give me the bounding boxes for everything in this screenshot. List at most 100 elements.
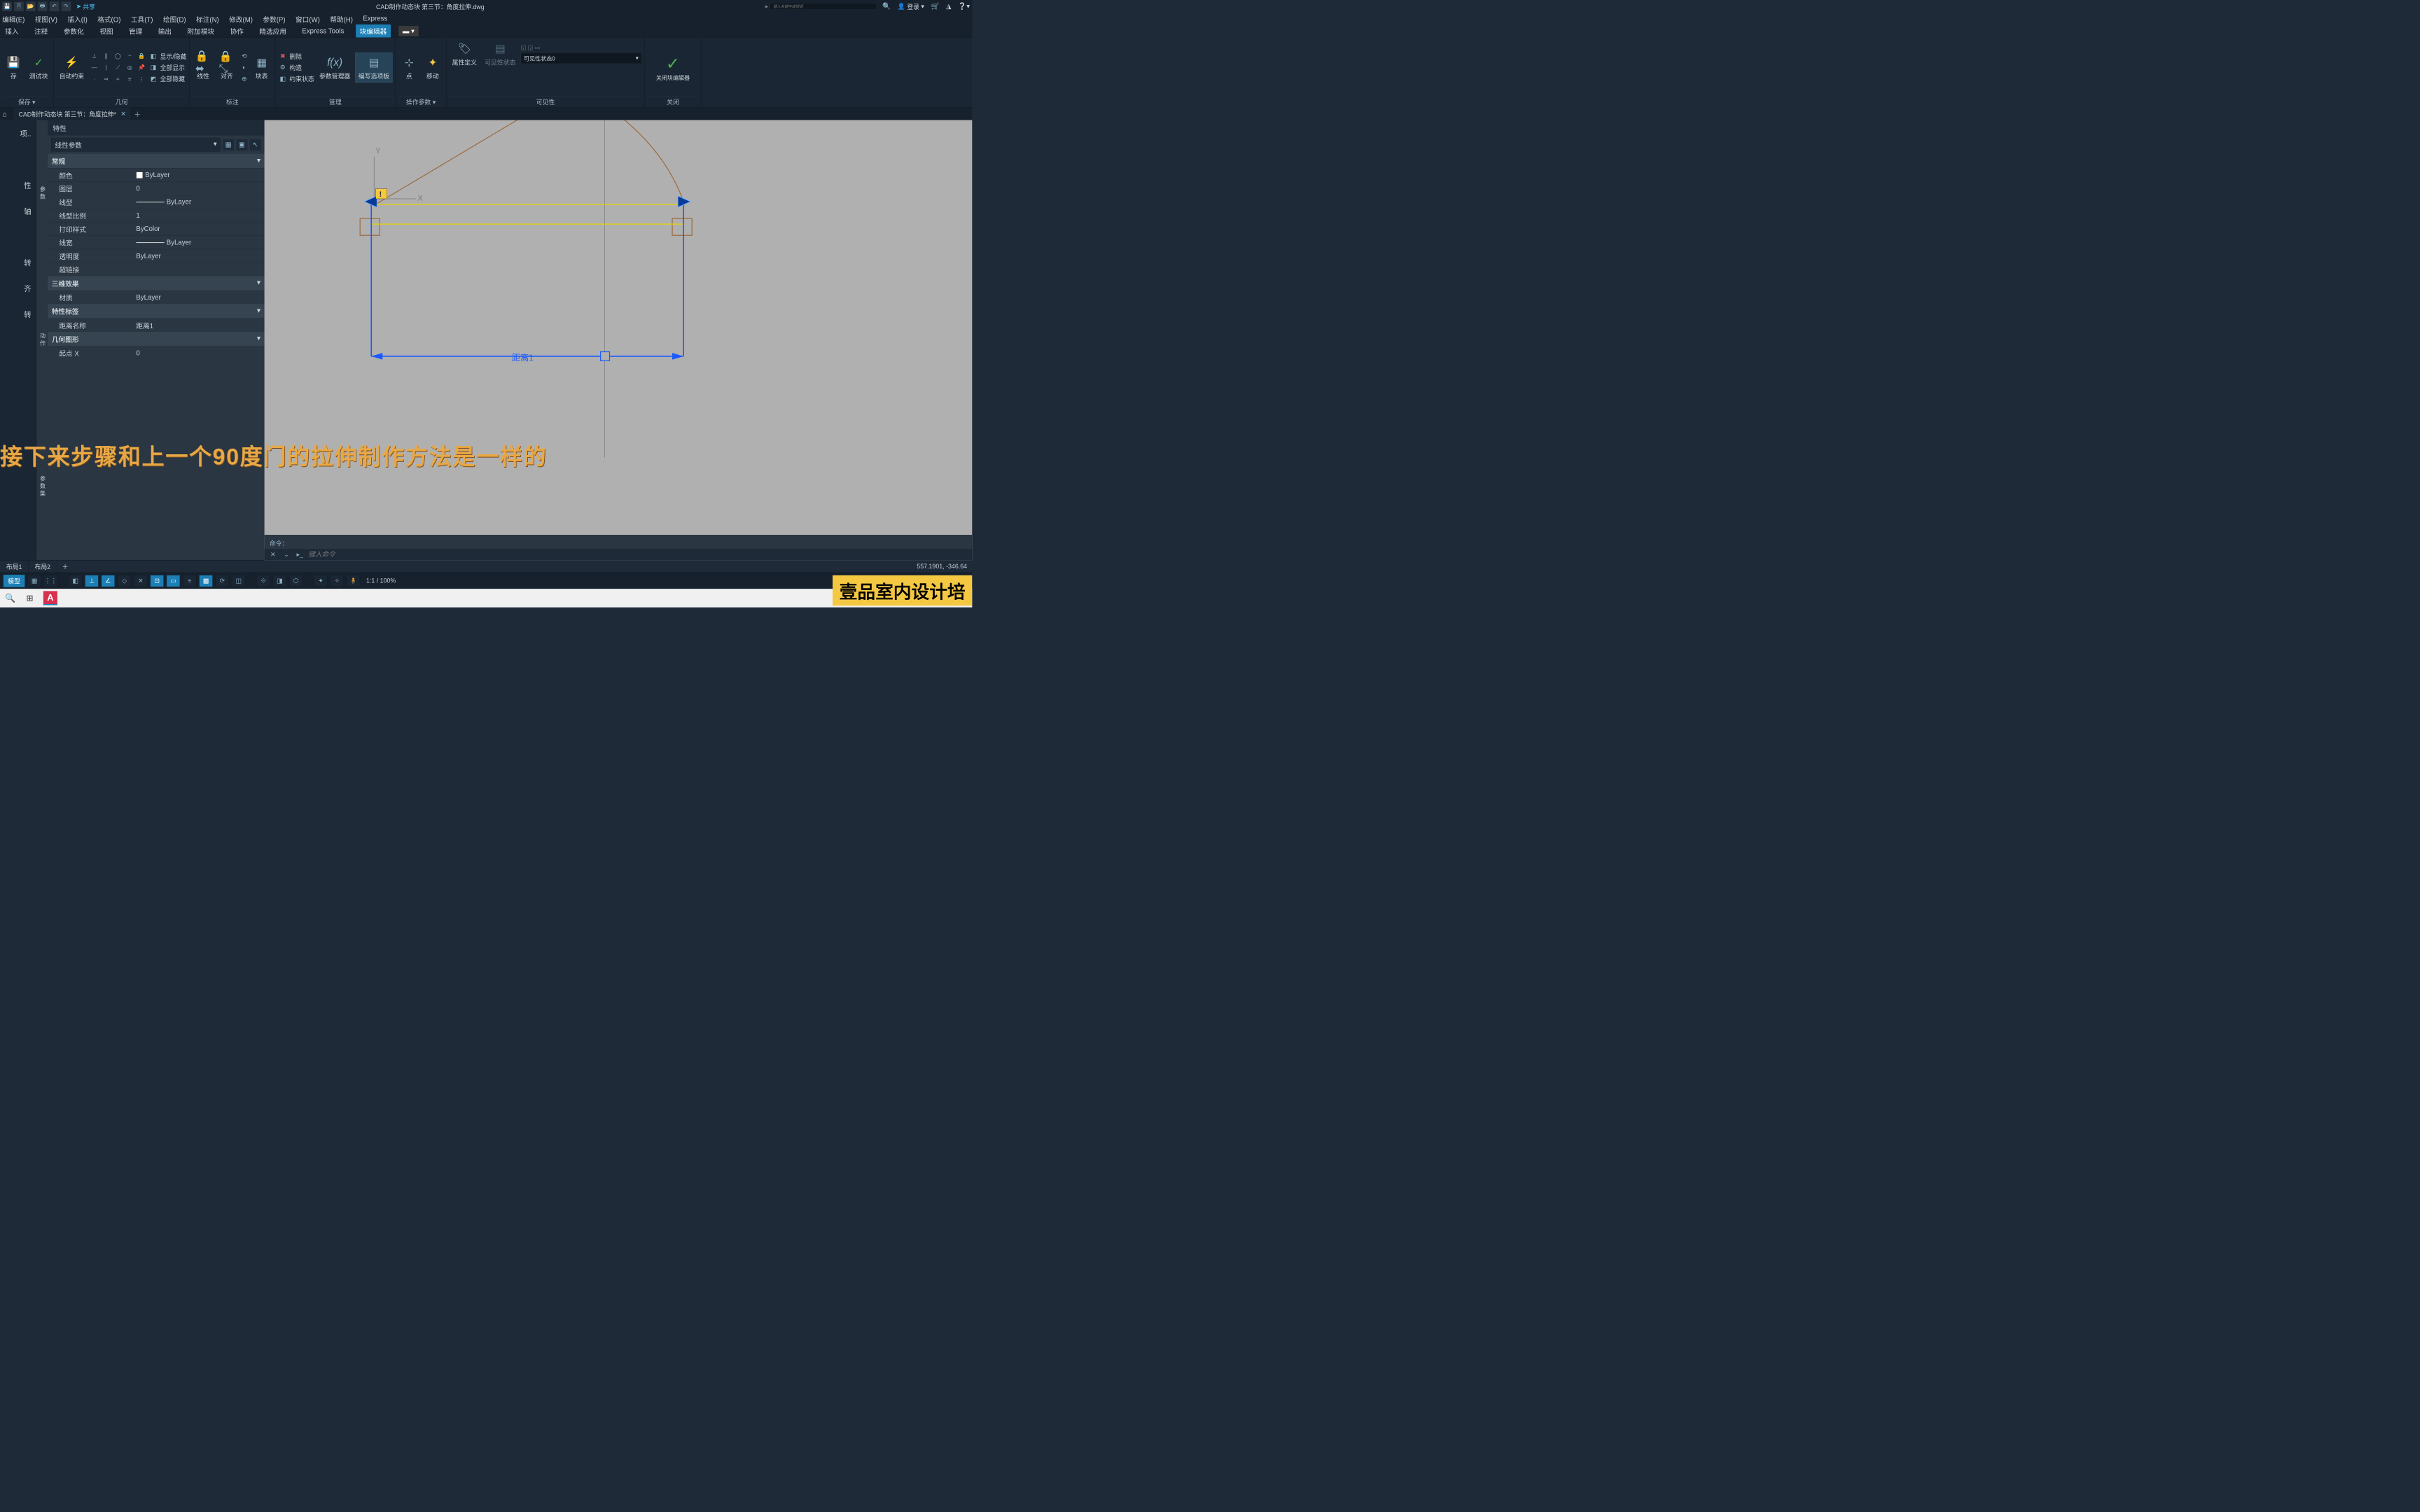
left-item[interactable] <box>0 223 36 249</box>
blocktable-button[interactable]: ▦块表 <box>251 53 272 83</box>
test-block-button[interactable]: 测试块 <box>27 53 51 83</box>
quick-select-icon[interactable]: ▦ <box>223 139 234 150</box>
left-item[interactable]: 转 <box>0 301 36 327</box>
tangent-icon[interactable]: ◯ <box>113 50 123 60</box>
redo-icon[interactable]: ↷ <box>62 1 71 11</box>
vis-tool-icon3[interactable]: ▭ <box>535 43 541 50</box>
tab-view[interactable]: 视图 <box>96 24 118 38</box>
add-layout-button[interactable]: ＋ <box>57 560 73 573</box>
open-icon[interactable]: 📂 <box>26 1 36 11</box>
taskview-icon[interactable]: ⊞ <box>24 592 36 605</box>
share-button[interactable]: ➤ 共享 <box>76 2 95 11</box>
grid-toggle[interactable]: ▦ <box>27 575 41 587</box>
construction-button[interactable]: ⚙构造 <box>278 63 314 72</box>
menu-help[interactable]: 帮助(H) <box>330 14 353 24</box>
equal-icon[interactable]: = <box>113 74 123 84</box>
section-geom[interactable]: 几何图形▾ <box>48 332 264 346</box>
qp-toggle[interactable]: ✧ <box>331 575 344 587</box>
select-objects-icon[interactable]: ▣ <box>236 139 247 150</box>
coinc-icon[interactable]: · <box>89 74 99 84</box>
left-item[interactable]: 转 <box>0 249 36 275</box>
fix-icon[interactable]: 📌 <box>137 62 146 72</box>
ws-toggle[interactable]: ⬡ <box>289 575 302 587</box>
linear-dim-button[interactable]: 🔒⬌线性 <box>193 53 214 83</box>
autocad-app-icon[interactable]: A <box>43 591 57 605</box>
prop-plotstyle[interactable]: ByColor <box>132 223 265 236</box>
tab-insert[interactable]: 插入 <box>1 24 23 38</box>
menu-express[interactable]: Express <box>363 15 387 22</box>
show-all-button[interactable]: ◨全部显示 <box>149 63 187 72</box>
plot-icon[interactable]: 🖶 <box>38 1 48 11</box>
collinear-icon[interactable]: ⟋ <box>113 62 123 72</box>
tab-annotate[interactable]: 注释 <box>30 24 52 38</box>
delete-constraint-button[interactable]: ✖删除 <box>278 52 314 61</box>
attr-def-button[interactable]: 🏷属性定义 <box>450 39 480 69</box>
new-tab-button[interactable]: ＋ <box>131 109 144 119</box>
lock-icon[interactable]: 🔒 <box>137 50 146 60</box>
tab-featured[interactable]: 精选应用 <box>256 24 291 38</box>
dim-icon3[interactable]: ⊕ <box>239 74 249 83</box>
search-icon[interactable]: 🔍 <box>882 2 891 10</box>
sc-toggle[interactable]: ⟐ <box>256 575 270 587</box>
trans-toggle[interactable]: ▩ <box>199 575 212 587</box>
prop-startx[interactable]: 0 <box>132 346 265 360</box>
save-icon[interactable]: 💾 <box>2 1 12 11</box>
dyn-toggle[interactable]: ◫ <box>232 575 245 587</box>
horiz-icon[interactable]: — <box>89 62 99 72</box>
3dosnap-toggle[interactable]: ▭ <box>167 575 180 587</box>
palette-paramsets-tab[interactable]: 参数集 <box>36 414 48 561</box>
section-3d[interactable]: 三维效果▾ <box>48 276 264 290</box>
close-block-editor-button[interactable]: ✓关闭块编辑器 <box>648 51 698 85</box>
model-button[interactable]: 模型 <box>4 575 25 587</box>
perp-icon[interactable]: ⊥ <box>89 50 99 60</box>
layout2-tab[interactable]: 布局2 <box>29 560 57 573</box>
annotation-scale[interactable]: 1:1 / 100% <box>363 575 399 586</box>
search-taskbar-icon[interactable]: 🔍 <box>4 592 17 605</box>
customize-cmd-icon[interactable]: ⌄ <box>281 551 291 558</box>
menu-edit[interactable]: 编辑(E) <box>2 14 25 24</box>
play-icon[interactable]: ▸ <box>765 3 768 10</box>
osnap-toggle[interactable]: ⊡ <box>151 575 164 587</box>
selection-type-dropdown[interactable]: 线性参数▾ <box>51 138 221 152</box>
close-cmd-icon[interactable]: ✕ <box>267 551 277 558</box>
cycle-toggle[interactable]: ⟳ <box>216 575 229 587</box>
ribbon-overflow-button[interactable]: ▬ ▾ <box>398 26 418 36</box>
param-manager-button[interactable]: f(x)参数管理器 <box>317 53 353 83</box>
pick-icon[interactable]: ↖ <box>250 139 261 150</box>
close-icon[interactable]: ✕ <box>120 110 125 117</box>
menu-view[interactable]: 视图(V) <box>35 14 57 24</box>
concentric-icon[interactable]: ◎ <box>125 62 134 72</box>
menu-parametric[interactable]: 参数(P) <box>263 14 285 24</box>
left-item[interactable] <box>0 146 36 172</box>
section-general[interactable]: 常规▾ <box>48 154 264 168</box>
menu-tools[interactable]: 工具(T) <box>131 14 153 24</box>
layout1-tab[interactable]: 布局1 <box>0 560 29 573</box>
show-hide-button[interactable]: ◧显示/隐藏 <box>149 52 187 61</box>
section-label[interactable]: 特性标签▾ <box>48 304 264 318</box>
polar-toggle[interactable]: ∠ <box>102 575 115 587</box>
visibility-dropdown[interactable]: 可见性状态0▾ <box>521 52 642 64</box>
prop-distname[interactable]: 距离1 <box>132 318 265 332</box>
menu-dimension[interactable]: 标注(N) <box>196 14 219 24</box>
ortho-toggle[interactable]: ⊥ <box>85 575 98 587</box>
login-button[interactable]: 👤 登录 ▾ <box>898 2 924 11</box>
saveas-icon[interactable]: 🗎 <box>14 1 24 11</box>
prop-hyperlink[interactable] <box>132 263 265 276</box>
tab-express[interactable]: Express Tools <box>298 25 348 36</box>
vis-state-button[interactable]: ▤可见性状态 <box>482 39 518 69</box>
sym-icon[interactable]: ⫤ <box>101 74 111 84</box>
infer-toggle[interactable]: ◧ <box>69 575 82 587</box>
left-item[interactable]: 性 <box>0 172 36 197</box>
menu-modify[interactable]: 修改(M) <box>229 14 253 24</box>
left-item[interactable]: 轴 <box>0 197 36 223</box>
prop-layer[interactable]: 0 <box>132 182 265 195</box>
menu-insert[interactable]: 插入(I) <box>67 14 87 24</box>
move-action-button[interactable]: ✦移动 <box>422 53 444 83</box>
lw-toggle[interactable]: ≡ <box>183 575 196 587</box>
prop-color[interactable]: ByLayer <box>132 169 265 182</box>
otrack-toggle[interactable]: ✕ <box>134 575 147 587</box>
human-icon[interactable]: 🧍 <box>347 575 360 587</box>
aligned-dim-button[interactable]: 🔒⤡对齐 <box>216 53 238 83</box>
iso-toggle[interactable]: ◇ <box>118 575 131 587</box>
file-tab-active[interactable]: CAD制作动态块 第三节：角度拉伸*✕ <box>13 108 131 120</box>
